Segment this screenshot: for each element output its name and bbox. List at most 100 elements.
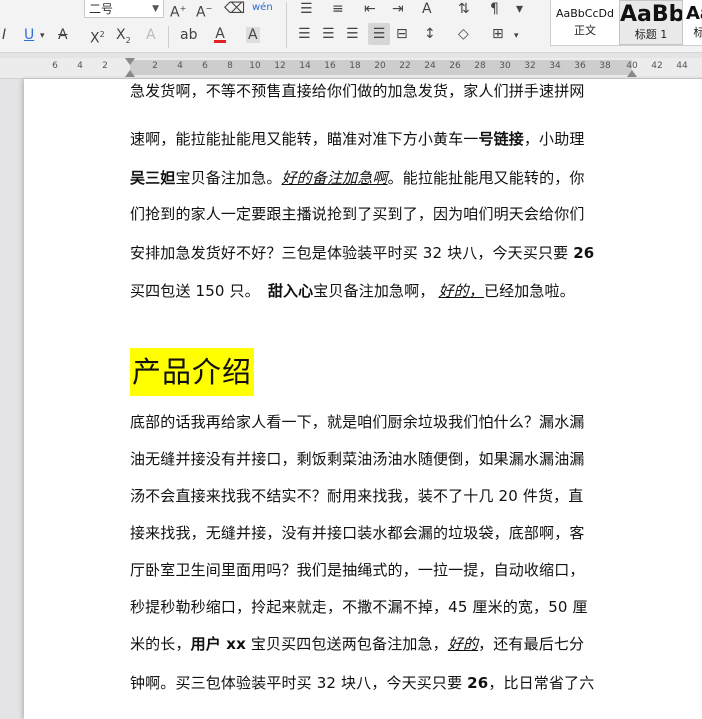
text-run: 宝贝买四包送两包备注加急， (245, 635, 448, 653)
align-left-icon[interactable]: ☰ (298, 26, 311, 42)
text-line[interactable]: 钟啊。买三包体验装平时买 32 块八，今天买只要 26，比日常省了六 (130, 668, 630, 698)
ruler-number: 24 (424, 61, 436, 71)
first-line-indent-marker[interactable] (125, 58, 135, 65)
align-center-icon[interactable]: ☰ (322, 26, 335, 42)
text-run: 宝贝备注加急。 (175, 169, 282, 187)
ruler-number: 6 (52, 61, 58, 71)
ruler-number: 14 (299, 61, 311, 71)
char-shading-icon[interactable]: A (246, 27, 260, 43)
text-effect-icon[interactable]: A (146, 27, 156, 43)
chevron-down-icon[interactable]: ▾ (514, 28, 519, 44)
align-right-icon[interactable]: ☰ (346, 26, 359, 42)
highlight-icon[interactable]: ab (180, 27, 197, 43)
italic-underline-run: 好的， (438, 282, 484, 300)
italic-icon[interactable]: I (2, 27, 6, 43)
text-run: 已经加急啦。 (483, 282, 575, 300)
italic-underline-run: 好的备注加急啊 (281, 169, 388, 187)
style-sample: AaBb (620, 2, 683, 27)
chevron-down-icon[interactable]: ▼ (152, 0, 159, 18)
bold-run: 26 (467, 674, 489, 692)
subscript-icon[interactable]: X2 (116, 27, 131, 49)
increase-font-icon[interactable]: A+ (170, 1, 186, 21)
style-heading-1[interactable]: AaBb 标题 1 (619, 0, 683, 45)
distributed-icon[interactable]: ⊟ (396, 26, 408, 42)
justify-icon[interactable]: ☰ (368, 23, 390, 45)
line-spacing-icon[interactable]: ↕ (424, 26, 436, 42)
style-heading-2[interactable]: Aa 标 (684, 0, 702, 45)
ruler-number: 20 (374, 61, 386, 71)
text-line[interactable]: 们抢到的家人一定要跟主播说抢到了买到了，因为咱们明天会给你们 (130, 199, 630, 229)
text-line[interactable]: 吴三妲宝贝备注加急。好的备注加急啊。能拉能扯能甩又能转的，你 (130, 163, 630, 193)
decrease-indent-icon[interactable]: ⇤ (364, 1, 376, 17)
text-run: 们抢到的家人一定要跟主播说抢到了买到了，因为咱们明天会给你们 (130, 205, 585, 223)
ruler-number: 10 (249, 61, 261, 71)
ruler-number: 22 (399, 61, 411, 71)
style-gallery: AaBbCcDd 正文 AaBb 标题 1 Aa 标 (550, 0, 702, 46)
text-direction-icon[interactable]: A (422, 1, 432, 17)
text-run: 买四包送 150 只。 (130, 282, 260, 300)
style-caption: 标题 1 (634, 28, 668, 41)
style-caption: 正文 (574, 24, 596, 37)
bold-run: 26 (573, 244, 595, 262)
text-run: 安排加急发货好不好？三包是体验装平时买 32 块八，今天买只要 (130, 244, 574, 262)
text-run: ，小助理 (523, 130, 585, 148)
ruler-number: 30 (499, 61, 511, 71)
decrease-font-icon[interactable]: A− (196, 1, 212, 21)
text-line[interactable]: 安排加急发货好不好？三包是体验装平时买 32 块八，今天买只要 26 (130, 238, 630, 268)
phonetic-guide-icon[interactable]: wén (252, 0, 273, 16)
bullets-icon[interactable]: ☰ (300, 1, 313, 17)
ruler-number: 32 (524, 61, 536, 71)
divider (286, 2, 287, 48)
text-run: 急发货啊，不等不预售直接给你们做的加急发货，家人们拼手速拼网 (130, 82, 585, 100)
superscript-icon[interactable]: X2 (90, 27, 105, 47)
sort-icon[interactable]: ⇅ (458, 1, 470, 17)
text-line[interactable]: 米的长，用户 xx 宝贝买四包送两包备注加急，好的，还有最后七分 (130, 629, 630, 659)
font-size-select[interactable]: 二号 ▼ (84, 0, 164, 18)
text-line[interactable]: 急发货啊，不等不预售直接给你们做的加急发货，家人们拼手速拼网 (130, 76, 630, 106)
text-run: 速啊，能拉能扯能甩又能转，瞄准对准下方小黄车一 (130, 130, 479, 148)
show-marks-icon[interactable]: ¶ (490, 1, 499, 17)
text-run: 秒提秒勒秒缩口，拎起来就走，不撒不漏不掉，45 厘米的宽，50 厘 (130, 598, 588, 616)
text-run: ，还有最后七分 (478, 635, 585, 653)
text-run: ，比日常省了六 (488, 674, 595, 692)
text-line[interactable]: 接来找我，无缝并接，没有并接口装水都会漏的垃圾袋，底部啊，客 (130, 518, 630, 548)
bold-run: 吴三妲 (130, 169, 176, 187)
ruler-number: 42 (651, 61, 663, 71)
ruler-number: 4 (177, 61, 183, 71)
font-size-value: 二号 (89, 2, 114, 16)
chevron-down-icon[interactable]: ▾ (40, 28, 45, 44)
borders-icon[interactable]: ⊞ (492, 26, 504, 42)
clear-format-icon[interactable]: ⌫ (224, 0, 245, 16)
ruler-number: 8 (227, 61, 233, 71)
ruler-number: 6 (202, 61, 208, 71)
chevron-down-icon[interactable]: ▾ (516, 1, 523, 17)
ruler-number: 2 (102, 61, 108, 71)
style-normal[interactable]: AaBbCcDd 正文 (551, 0, 619, 45)
ruler-number: 18 (349, 61, 361, 71)
bold-run: 号链接 (478, 130, 524, 148)
shading-icon[interactable]: ◇ (458, 26, 469, 42)
increase-indent-icon[interactable]: ⇥ (392, 1, 404, 17)
bold-run: 甜入心 (267, 282, 314, 300)
text-line[interactable]: 底部的话我再给家人看一下，就是咱们厨余垃圾我们怕什么？漏水漏 (130, 407, 630, 437)
underline-icon[interactable]: U (24, 27, 34, 43)
style-sample: AaBbCcDd (556, 7, 614, 20)
numbering-icon[interactable]: ≡ (332, 1, 344, 17)
ruler-number: 2 (152, 61, 158, 71)
section-heading[interactable]: 产品介绍 (130, 348, 255, 396)
text-run: 。能拉能扯能甩又能转的，你 (387, 169, 585, 187)
ruler-number: 4 (77, 61, 83, 71)
text-line[interactable]: 汤不会直接来找我不结实不？耐用来找我，装不了十几 20 件货，直 (130, 481, 630, 511)
style-caption: 标 (684, 24, 702, 40)
text-run: 厅卧室卫生间里面用吗？我们是抽绳式的，一拉一提，自动收缩口， (130, 561, 585, 579)
text-line[interactable]: 厅卧室卫生间里面用吗？我们是抽绳式的，一拉一提，自动收缩口， (130, 555, 630, 585)
text-run: 米的长， (130, 635, 191, 653)
text-run: 底部的话我再给家人看一下，就是咱们厨余垃圾我们怕什么？漏水漏 (130, 413, 585, 431)
ruler-number: 12 (274, 61, 286, 71)
font-color-icon[interactable]: A (214, 26, 226, 43)
strikethrough-icon[interactable]: A (58, 27, 68, 43)
text-line[interactable]: 速啊，能拉能扯能甩又能转，瞄准对准下方小黄车一号链接，小助理 (130, 124, 630, 154)
text-line[interactable]: 买四包送 150 只。 甜入心宝贝备注加急啊， 好的，已经加急啦。 (130, 276, 630, 306)
text-line[interactable]: 油无缝并接没有并接口，剩饭剩菜油汤油水随便倒，如果漏水漏油漏 (130, 444, 630, 474)
text-line[interactable]: 秒提秒勒秒缩口，拎起来就走，不撒不漏不掉，45 厘米的宽，50 厘 (130, 592, 630, 622)
